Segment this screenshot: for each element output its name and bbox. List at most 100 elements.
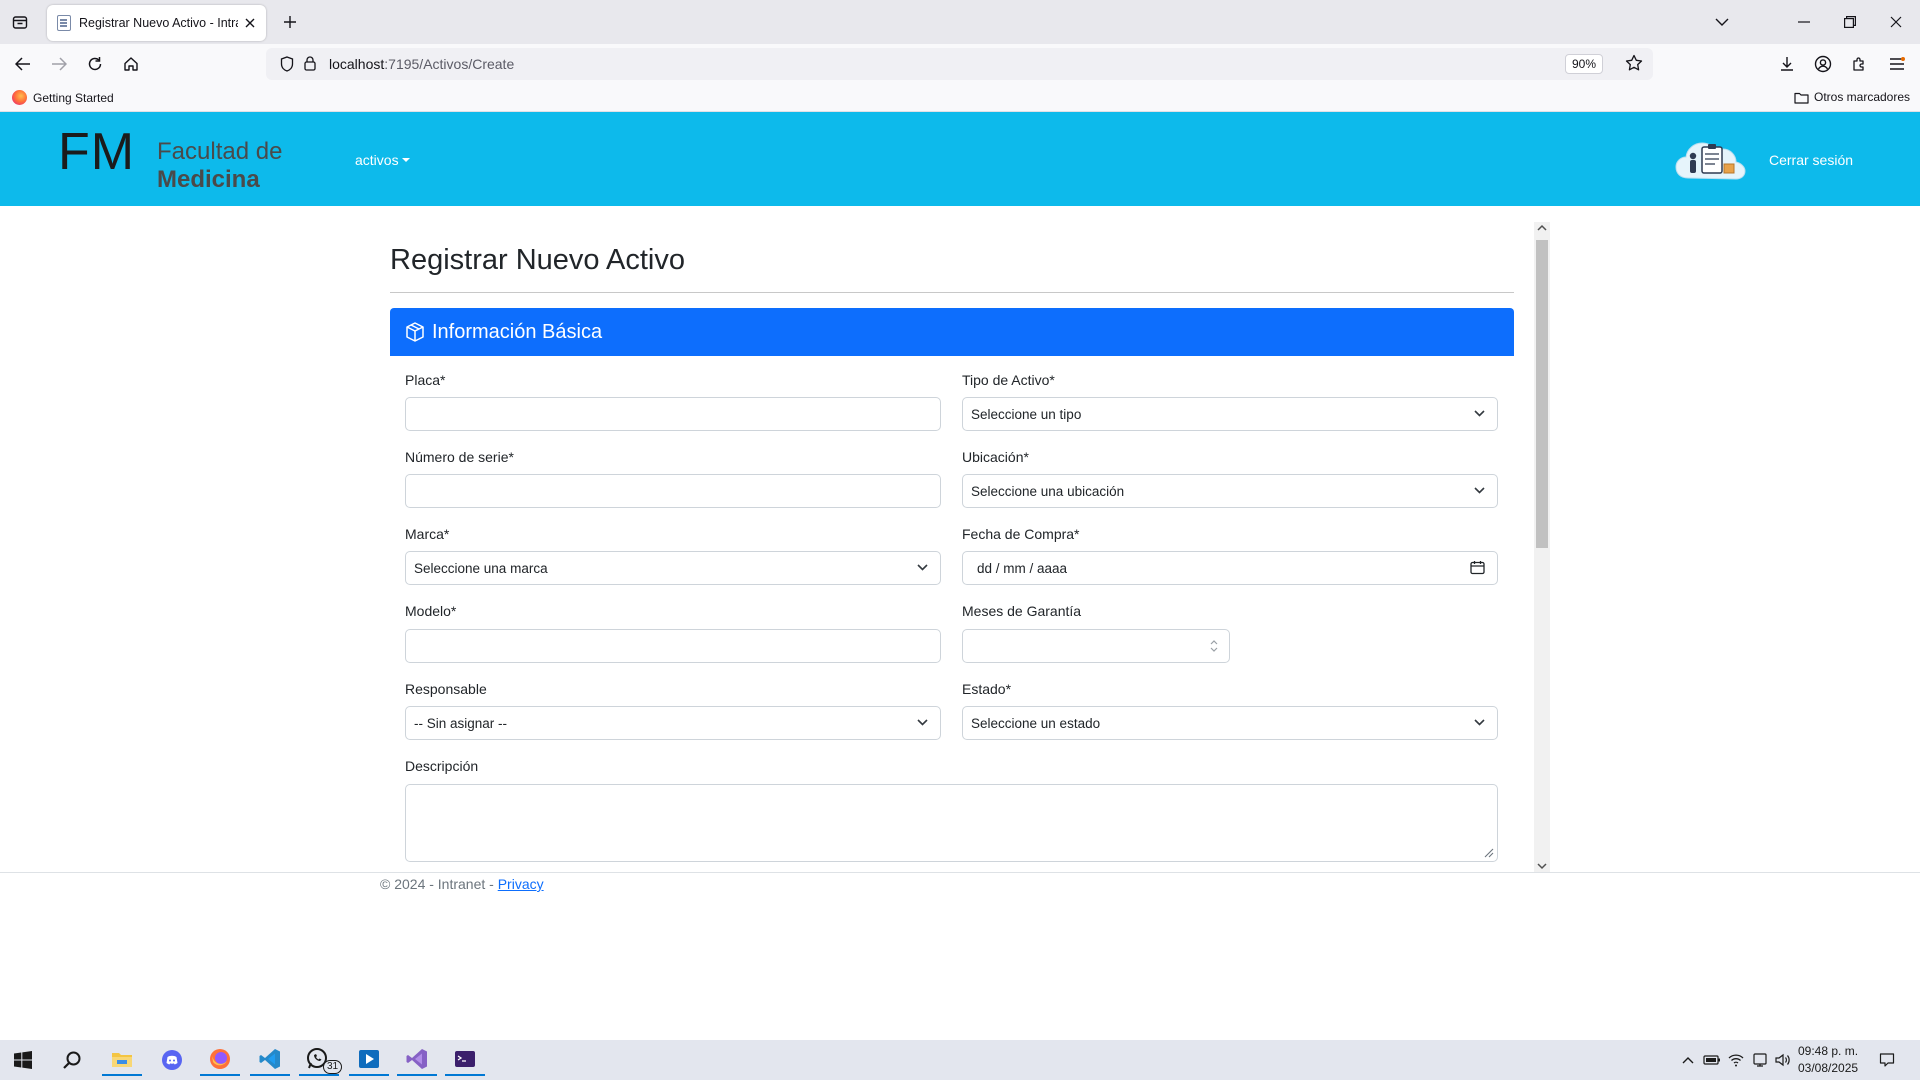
minimize-icon[interactable] [1793, 11, 1815, 33]
wifi-icon[interactable] [1727, 1051, 1745, 1069]
modelo-input[interactable] [405, 629, 941, 663]
whatsapp-icon[interactable]: 31 [299, 1044, 343, 1076]
marca-label: Marca* [405, 526, 450, 542]
notifications-icon[interactable] [1878, 1051, 1896, 1069]
close-window-icon[interactable] [1885, 11, 1907, 33]
nav-dropdown-label: activos [355, 152, 399, 168]
descripcion-textarea[interactable] [405, 784, 1498, 862]
responsable-value: -- Sin asignar -- [414, 716, 508, 731]
extensions-icon[interactable] [1847, 53, 1871, 75]
system-clock[interactable]: 09:48 p. m. 03/08/2025 [1798, 1043, 1858, 1077]
chevron-down-icon [917, 564, 928, 571]
chevron-up-icon[interactable] [1679, 1051, 1697, 1069]
main-content: Registrar Nuevo Activo Información Básic… [390, 222, 1514, 872]
scroll-down-arrow-icon[interactable] [1537, 863, 1547, 870]
tipo-activo-label: Tipo de Activo* [962, 372, 1055, 388]
resize-grip-icon[interactable] [1482, 846, 1494, 858]
media-player-icon[interactable] [349, 1044, 389, 1076]
list-all-tabs-icon[interactable] [1711, 11, 1733, 33]
windows-taskbar: 31 09:48 p. m. 03/08/2025 [0, 1040, 1920, 1080]
scrollbar-thumb[interactable] [1536, 240, 1548, 548]
vscode-icon[interactable] [250, 1044, 290, 1076]
browser-tab-active[interactable]: Registrar Nuevo Activo - Intranet [47, 5, 266, 41]
tracking-protection-icon[interactable] [280, 56, 294, 72]
ubicacion-value: Seleccione una ubicación [971, 484, 1125, 499]
account-icon[interactable] [1811, 53, 1835, 75]
address-bar[interactable]: localhost:7195/Activos/Create 90% [266, 48, 1653, 80]
battery-icon[interactable] [1703, 1051, 1721, 1069]
estado-select[interactable]: Seleccione un estado [962, 706, 1498, 740]
url-text[interactable]: localhost:7195/Activos/Create [329, 56, 514, 72]
browser-tab-bar: Registrar Nuevo Activo - Intranet [0, 0, 1920, 44]
bookmark-label: Getting Started [33, 90, 114, 105]
estado-value: Seleccione un estado [971, 716, 1101, 731]
tipo-activo-select[interactable]: Seleccione un tipo [962, 397, 1498, 431]
page-footer: © 2024 - Intranet - Privacy [380, 876, 544, 892]
placa-label: Placa* [405, 372, 446, 388]
back-icon[interactable] [10, 52, 36, 76]
restore-icon[interactable] [1839, 11, 1861, 33]
descripcion-label: Descripción [405, 758, 479, 774]
lock-icon[interactable] [304, 56, 316, 71]
forward-icon[interactable] [46, 52, 72, 76]
terminal-icon[interactable] [445, 1044, 485, 1076]
title-divider [390, 292, 1514, 293]
browser-toolbar: localhost:7195/Activos/Create 90% [0, 44, 1920, 84]
section-header-basic-info: Información Básica [390, 308, 1514, 356]
bookmark-star-icon[interactable] [1625, 54, 1643, 72]
firefox-icon[interactable] [200, 1044, 240, 1076]
chevron-down-icon [1474, 410, 1485, 417]
scroll-up-arrow-icon[interactable] [1537, 224, 1547, 231]
search-icon[interactable] [52, 1044, 92, 1076]
windows-start-icon[interactable] [3, 1044, 43, 1076]
home-icon[interactable] [118, 52, 144, 76]
cloud-inventory-illustration [1674, 134, 1748, 184]
site-header: FM Facultad de Medicina activos Cerrar s… [0, 112, 1920, 206]
logout-link[interactable]: Cerrar sesión [1769, 152, 1853, 168]
bookmark-label: Otros marcadores [1814, 90, 1911, 104]
calendar-icon[interactable] [1470, 560, 1485, 575]
garantia-input[interactable] [962, 629, 1230, 663]
nav-dropdown-activos[interactable]: activos [355, 152, 410, 168]
tab-list-icon[interactable] [9, 11, 31, 33]
marca-select[interactable]: Seleccione una marca [405, 551, 941, 585]
logo-initials[interactable]: FM [58, 122, 135, 182]
menu-icon[interactable] [1885, 53, 1909, 75]
bookmark-other-folder[interactable]: Otros marcadores [1794, 90, 1910, 104]
content-scrollbar[interactable] [1534, 222, 1550, 872]
garantia-label: Meses de Garantía [962, 603, 1082, 619]
visual-studio-icon[interactable] [397, 1044, 437, 1076]
network-icon[interactable] [1751, 1051, 1769, 1069]
ubicacion-select[interactable]: Seleccione una ubicación [962, 474, 1498, 508]
url-host: localhost [329, 56, 385, 72]
caret-down-icon [401, 158, 410, 162]
modelo-label: Modelo* [405, 603, 457, 619]
tab-close-icon[interactable] [242, 15, 258, 31]
numero-serie-label: Número de serie* [405, 449, 514, 465]
ubicacion-label: Ubicación* [962, 449, 1029, 465]
responsable-select[interactable]: -- Sin asignar -- [405, 706, 941, 740]
file-explorer-icon[interactable] [102, 1044, 142, 1076]
reload-icon[interactable] [82, 52, 108, 76]
fecha-compra-input[interactable]: dd / mm / aaaa [962, 551, 1498, 585]
box-icon [404, 321, 426, 343]
zoom-level-button[interactable]: 90% [1564, 54, 1603, 74]
date-placeholder: dd / mm / aaaa [977, 561, 1068, 576]
discord-icon[interactable] [152, 1044, 192, 1076]
number-spinner-icon[interactable] [1209, 637, 1219, 655]
bookmark-getting-started[interactable]: Getting Started [12, 90, 114, 105]
fecha-compra-label: Fecha de Compra* [962, 526, 1080, 542]
logo-text-line1: Facultad de [157, 138, 283, 165]
tab-title: Registrar Nuevo Activo - Intranet [79, 16, 238, 30]
placa-input[interactable] [405, 397, 941, 431]
chevron-down-icon [1474, 487, 1485, 494]
privacy-link[interactable]: Privacy [498, 876, 544, 892]
volume-icon[interactable] [1774, 1051, 1792, 1069]
chevron-down-icon [917, 719, 928, 726]
footer-divider [0, 872, 1920, 873]
new-tab-icon[interactable] [279, 11, 301, 33]
page-title: Registrar Nuevo Activo [390, 244, 685, 276]
numero-serie-input[interactable] [405, 474, 941, 508]
downloads-icon[interactable] [1775, 53, 1799, 75]
page-icon [57, 15, 71, 31]
